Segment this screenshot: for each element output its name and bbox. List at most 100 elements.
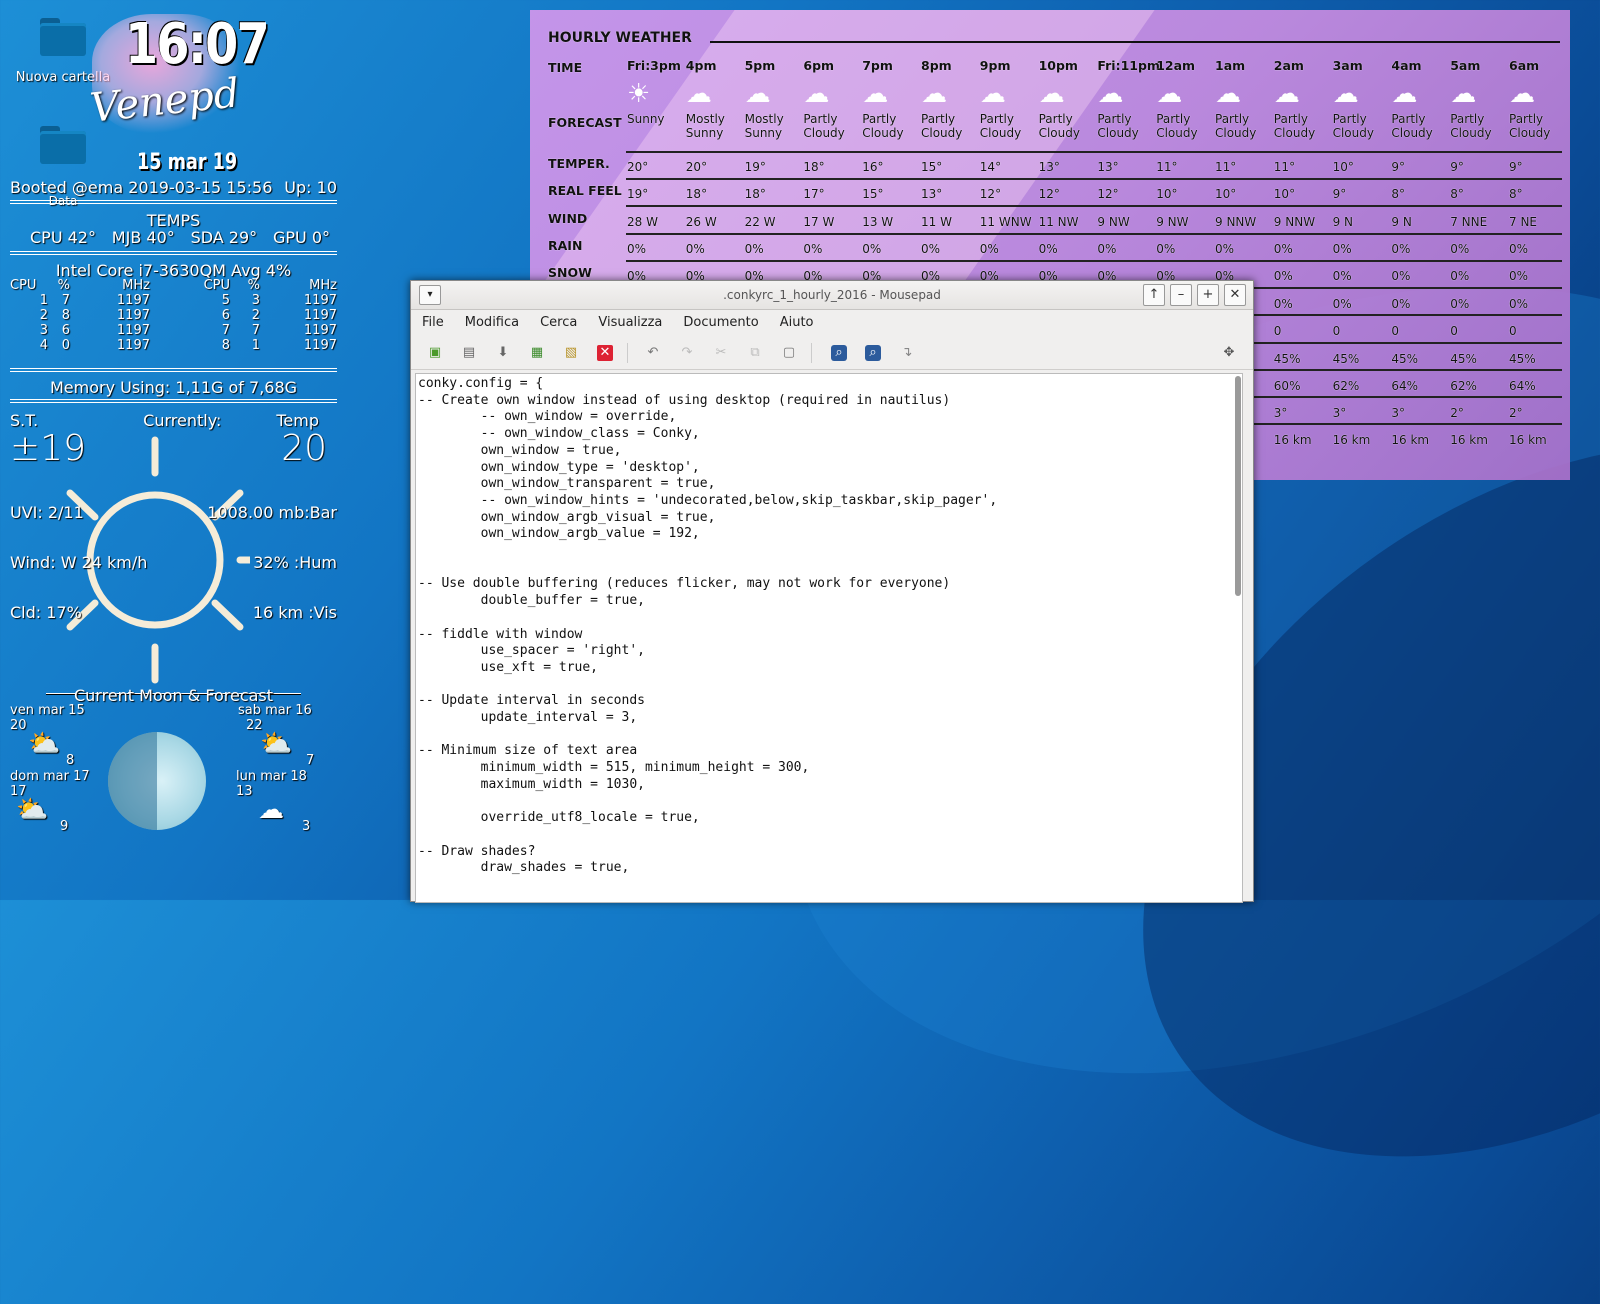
hour-temp: 13° bbox=[1097, 160, 1119, 174]
new-document-icon[interactable]: ▣ bbox=[427, 345, 443, 361]
cell: 1197 bbox=[303, 293, 337, 308]
row-label-snow: SNOW bbox=[548, 265, 592, 280]
hour-r8: 0% bbox=[1391, 297, 1411, 311]
hour-r9: 0 bbox=[1273, 324, 1282, 338]
hour-forecast: Partly Cloudy bbox=[1509, 112, 1551, 140]
hour-feel: 10° bbox=[1273, 187, 1296, 201]
raise-window-button[interactable]: ↑ bbox=[1143, 284, 1165, 306]
hourly-column: 5am ☁ Partly Cloudy 9° 8° 7 NNE 0% 0% 0% 0 45% 62% 2°… bbox=[1450, 58, 1508, 447]
partly-cloudy-icon: ☁ bbox=[1097, 79, 1124, 109]
hour-forecast: Partly Cloudy bbox=[1097, 112, 1139, 140]
hour-forecast: Partly Cloudy bbox=[1391, 112, 1433, 140]
hourly-column: 1am ☁ Partly Cloudy 11° 10° 9 NNW 0% 0% bbox=[1215, 58, 1273, 283]
hour-forecast: Mostly Sunny bbox=[685, 112, 725, 140]
hourly-column: 12am ☁ Partly Cloudy 11° 10° 9 NW 0% 0% bbox=[1156, 58, 1214, 283]
cell: 1197 bbox=[116, 293, 150, 308]
hourly-column: 2am ☁ Partly Cloudy 11° 10° 9 NNW 0% 0% 0% 0 45% 60%… bbox=[1274, 58, 1332, 447]
window-titlebar[interactable]: ▾ .conkyrc_1_hourly_2016 - Mousepad ↑ – … bbox=[411, 281, 1253, 310]
wind-row: Wind: W 24 km/h 32% :Hum bbox=[10, 553, 337, 572]
memory-row: Memory Using: 1,11G of 7,68G bbox=[10, 378, 337, 397]
cell: 1197 bbox=[116, 323, 150, 338]
hour-r9: 0 bbox=[1509, 324, 1517, 338]
menu-visualizza[interactable]: Visualizza bbox=[587, 309, 672, 337]
hour-r13: 16 km bbox=[1332, 433, 1371, 447]
menu-aiuto[interactable]: Aiuto bbox=[769, 309, 824, 337]
hour-wind: 17 W bbox=[803, 215, 835, 229]
hour-snow: 0% bbox=[1450, 269, 1470, 283]
minimize-button[interactable]: – bbox=[1170, 284, 1192, 306]
hour-rain: 0% bbox=[1215, 242, 1235, 256]
hour-temp: 19° bbox=[744, 160, 766, 174]
menu-modifica[interactable]: Modifica bbox=[454, 309, 529, 337]
forecast-low: 8 bbox=[66, 753, 75, 768]
cell: 1197 bbox=[116, 308, 150, 323]
mousepad-window[interactable]: ▾ .conkyrc_1_hourly_2016 - Mousepad ↑ – … bbox=[410, 280, 1254, 903]
table-row: 2 8 1197 6 2 1197 bbox=[10, 308, 337, 323]
maximize-button[interactable]: + bbox=[1197, 284, 1219, 306]
hour-r10: 45% bbox=[1332, 352, 1360, 366]
hour-rain: 0% bbox=[1509, 242, 1529, 256]
text-editor[interactable]: conky.config = { -- Create own window in… bbox=[415, 373, 1243, 903]
redo-icon[interactable]: ↷ bbox=[679, 345, 695, 361]
partly-cloudy-icon: ☁ bbox=[1038, 79, 1065, 109]
close-document-icon[interactable]: ✕ bbox=[597, 345, 613, 361]
cell: 1197 bbox=[303, 308, 337, 323]
hour-time: 10pm bbox=[1038, 58, 1078, 73]
hour-temp: 9° bbox=[1450, 160, 1464, 174]
divider bbox=[10, 399, 337, 403]
boot-row: Booted @ema 2019-03-15 15:56 Up: 10 bbox=[10, 178, 337, 197]
cell: 0 bbox=[61, 338, 70, 353]
hour-feel: 9° bbox=[1332, 187, 1347, 201]
hour-snow: 0% bbox=[1332, 269, 1352, 283]
save-icon[interactable]: ▦ bbox=[529, 345, 545, 361]
wind-text: Wind: W 24 km/h bbox=[10, 553, 148, 572]
hourly-column: 4am ☁ Partly Cloudy 9° 8° 9 N 0% 0% 0% 0 45% 64% 3° 16… bbox=[1391, 58, 1449, 447]
divider bbox=[10, 251, 337, 255]
hour-wind: 7 NE bbox=[1509, 215, 1538, 229]
hour-feel: 12° bbox=[1097, 187, 1119, 201]
hourly-column: 3am ☁ Partly Cloudy 10° 9° 9 N 0% 0% 0% 0 45% 62% 3° 1… bbox=[1333, 58, 1391, 447]
partly-cloudy-icon: ☁ bbox=[685, 79, 712, 109]
forecast-low: 9 bbox=[60, 819, 69, 834]
hour-r10: 45% bbox=[1273, 352, 1301, 366]
partly-cloudy-icon: ⛅ bbox=[260, 729, 293, 759]
hour-forecast: Partly Cloudy bbox=[979, 112, 1022, 140]
hour-r13: 16 km bbox=[1273, 433, 1312, 447]
menu-cerca[interactable]: Cerca bbox=[529, 309, 587, 337]
new-window-icon[interactable]: ▤ bbox=[461, 345, 477, 361]
toolbar-separator bbox=[811, 343, 812, 363]
temp-sda: SDA 29° bbox=[190, 228, 258, 247]
table-row: 3 6 1197 7 7 1197 bbox=[10, 323, 337, 338]
vertical-scrollbar[interactable] bbox=[1235, 376, 1241, 596]
editor-content[interactable]: conky.config = { -- Create own window in… bbox=[416, 374, 1242, 877]
partly-cloudy-icon: ☁ bbox=[921, 79, 947, 109]
close-button[interactable]: ✕ bbox=[1224, 284, 1246, 306]
save-as-icon[interactable]: ▧ bbox=[563, 345, 579, 361]
hour-rain: 0% bbox=[921, 242, 941, 256]
hour-wind: 9 N bbox=[1391, 215, 1412, 229]
hour-feel: 10° bbox=[1215, 187, 1237, 201]
cpu-table-header: CPU % MHz CPU % MHz bbox=[10, 278, 337, 293]
copy-icon[interactable]: ⧉ bbox=[747, 345, 763, 361]
hour-feel: 18° bbox=[685, 187, 708, 201]
divider bbox=[10, 368, 337, 372]
row-rule bbox=[626, 178, 1562, 180]
forecast-low: 7 bbox=[306, 753, 315, 768]
hourly-column: Fri:3pm ☀ Sunny 20° 19° 28 W 0% 0% bbox=[627, 58, 685, 283]
undo-icon[interactable]: ↶ bbox=[645, 345, 661, 361]
hour-time: 7pm bbox=[862, 58, 893, 73]
hour-feel: 8° bbox=[1509, 187, 1523, 201]
hour-snow: 0% bbox=[1391, 269, 1411, 283]
hour-wind: 9 NNW bbox=[1273, 215, 1316, 229]
fullscreen-icon[interactable]: ✥ bbox=[1221, 345, 1237, 361]
goto-line-icon[interactable]: ↴ bbox=[899, 345, 915, 361]
col-header: MHz bbox=[309, 278, 337, 293]
menu-file[interactable]: File bbox=[411, 309, 454, 337]
hour-feel: 10° bbox=[1156, 187, 1178, 201]
search-replace-icon[interactable]: ⌕ bbox=[865, 345, 881, 361]
menu-documento[interactable]: Documento bbox=[672, 309, 768, 337]
paste-icon[interactable]: ▢ bbox=[781, 345, 797, 361]
search-icon[interactable]: ⌕ bbox=[831, 345, 847, 361]
open-icon[interactable]: ⬇ bbox=[495, 345, 511, 361]
cut-icon[interactable]: ✂ bbox=[713, 345, 729, 361]
